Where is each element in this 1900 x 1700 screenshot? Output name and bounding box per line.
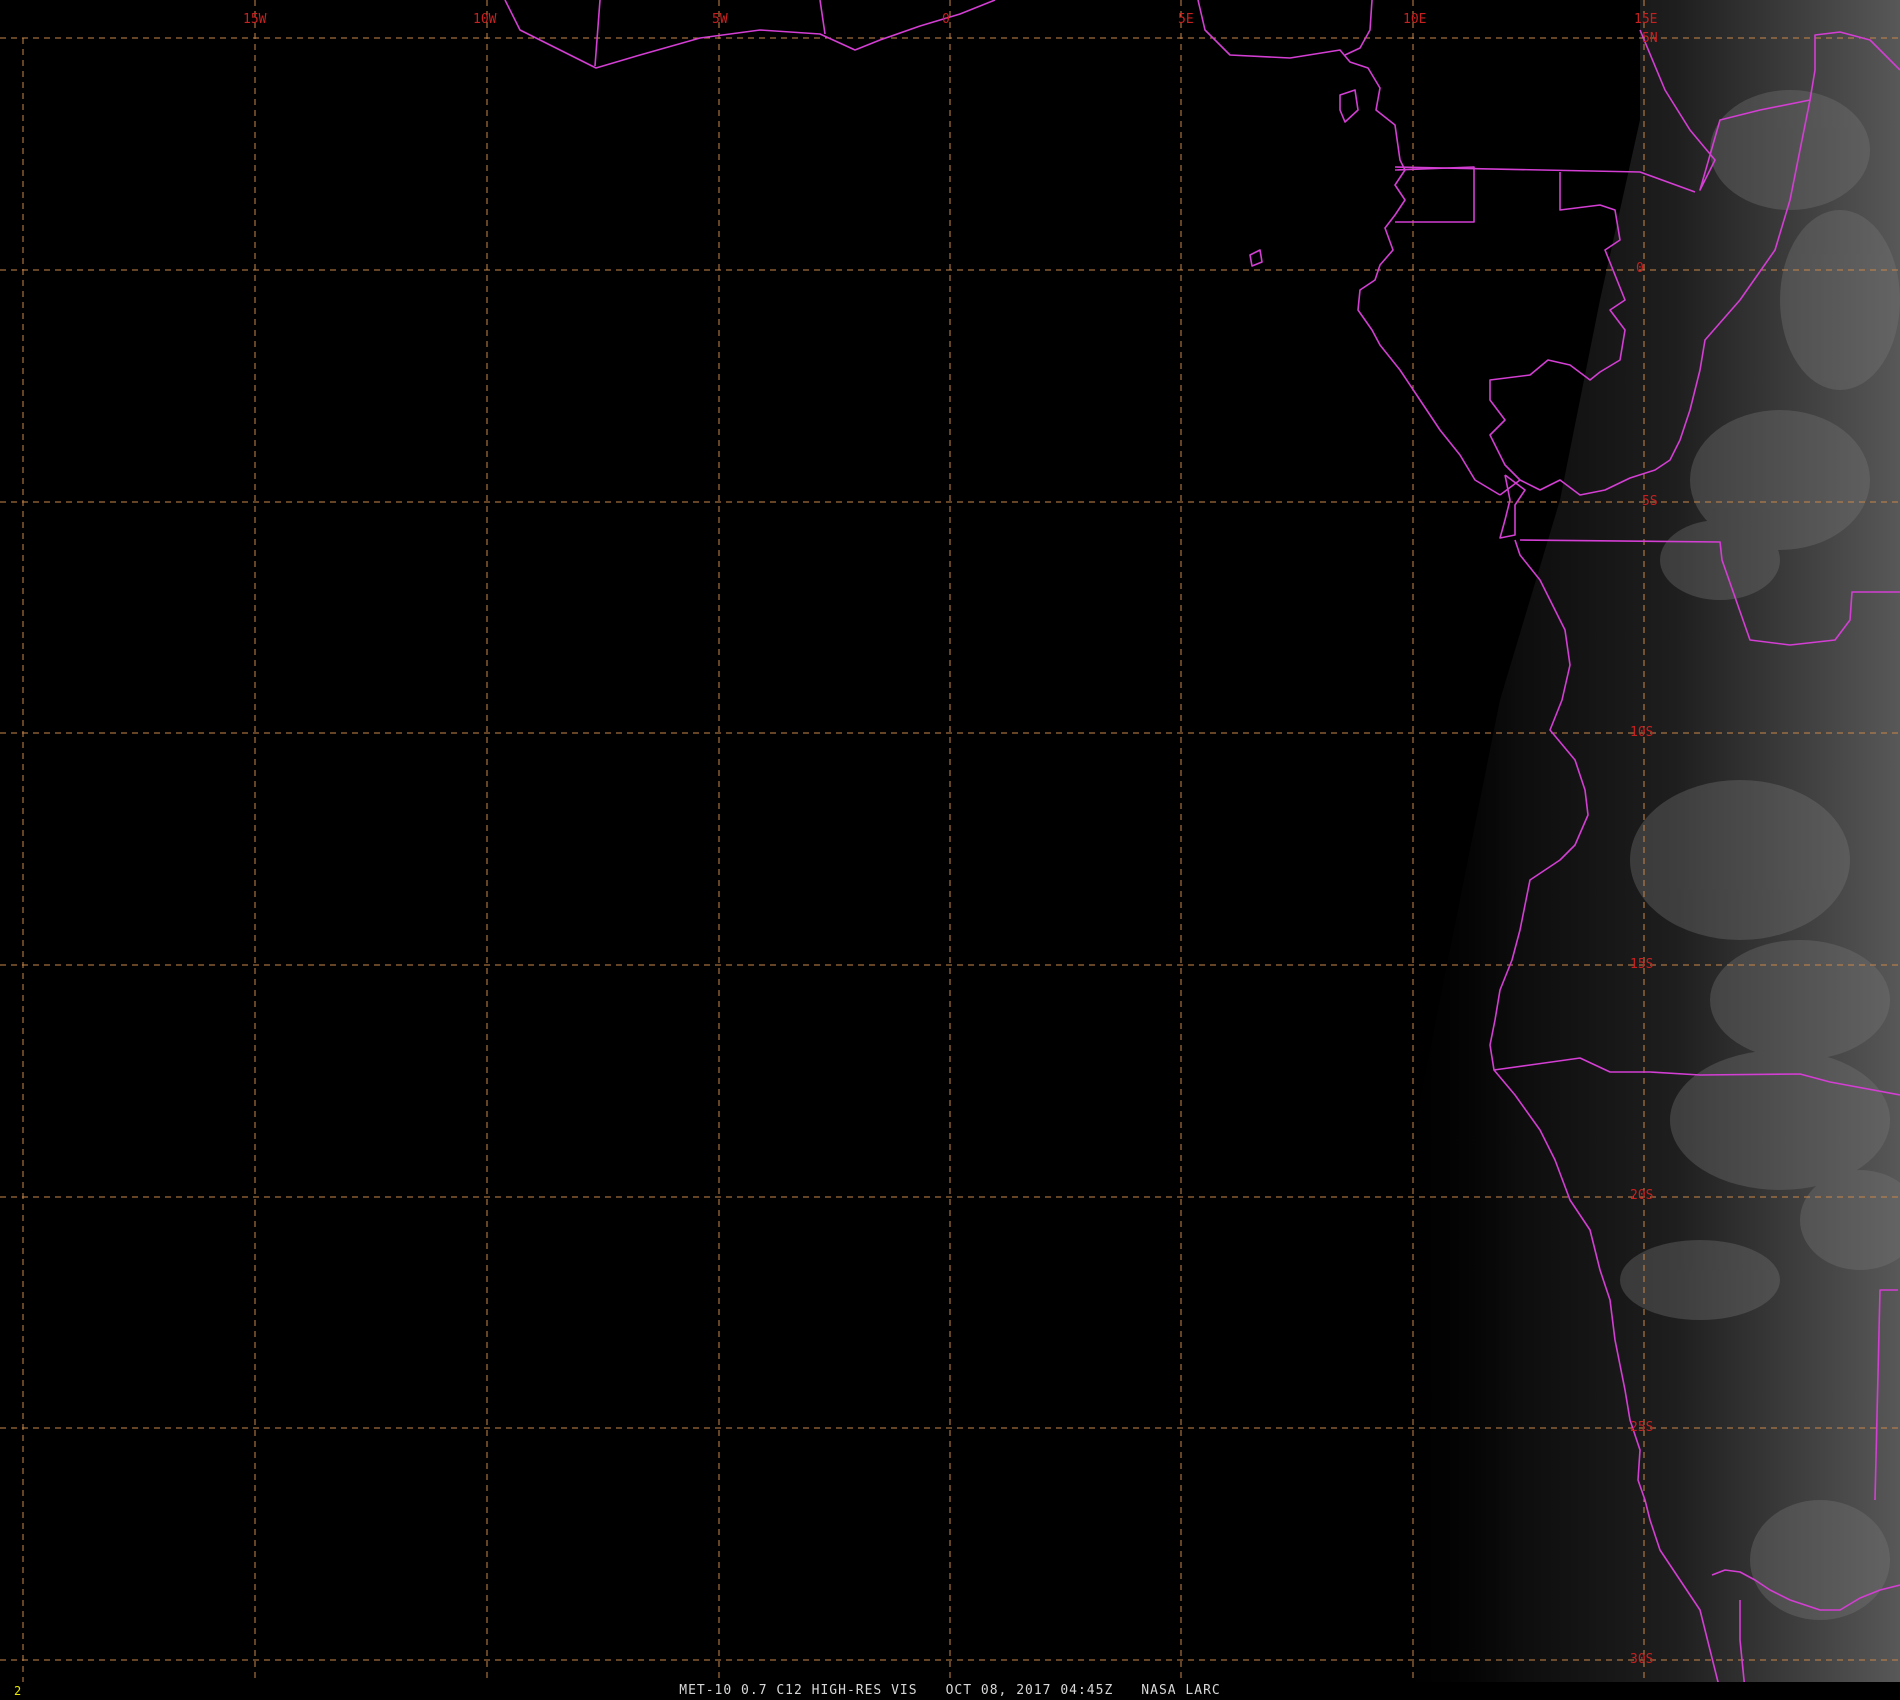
lat-label-5n: 5N	[1642, 31, 1658, 46]
lon-label-10e: 10E	[1403, 12, 1426, 27]
terminator-shade	[1380, 0, 1520, 1700]
lon-label-5w: 5W	[712, 12, 728, 27]
lat-label-30s: 30S	[1630, 1652, 1653, 1667]
lat-label-15s: 15S	[1630, 957, 1653, 972]
satellite-map: 15W 10W 5W 0 5E 10E 15E 5N 0 5S 10S 15S …	[0, 0, 1900, 1700]
lat-label-10s: 10S	[1630, 725, 1653, 740]
lon-label-10w: 10W	[473, 12, 497, 27]
image-source: NASA LARC	[1141, 1683, 1221, 1698]
status-bar: 2 MET-10 0.7 C12 HIGH-RES VIS OCT 08, 201…	[0, 1682, 1900, 1700]
image-datetime: OCT 08, 2017 04:45Z	[945, 1683, 1114, 1698]
image-caption: MET-10 0.7 C12 HIGH-RES VIS OCT 08, 2017 …	[0, 1683, 1900, 1698]
lon-label-0: 0	[942, 12, 950, 27]
lon-label-5e: 5E	[1178, 12, 1194, 27]
satellite-product: MET-10 0.7 C12 HIGH-RES VIS	[679, 1683, 918, 1698]
lat-label-20s: 20S	[1630, 1188, 1653, 1203]
lat-label-25s: 25S	[1630, 1420, 1653, 1435]
lat-label-0: 0	[1636, 261, 1644, 276]
lat-label-5s: 5S	[1642, 494, 1658, 509]
lon-label-15w: 15W	[243, 12, 267, 27]
lon-label-15e: 15E	[1634, 12, 1657, 27]
